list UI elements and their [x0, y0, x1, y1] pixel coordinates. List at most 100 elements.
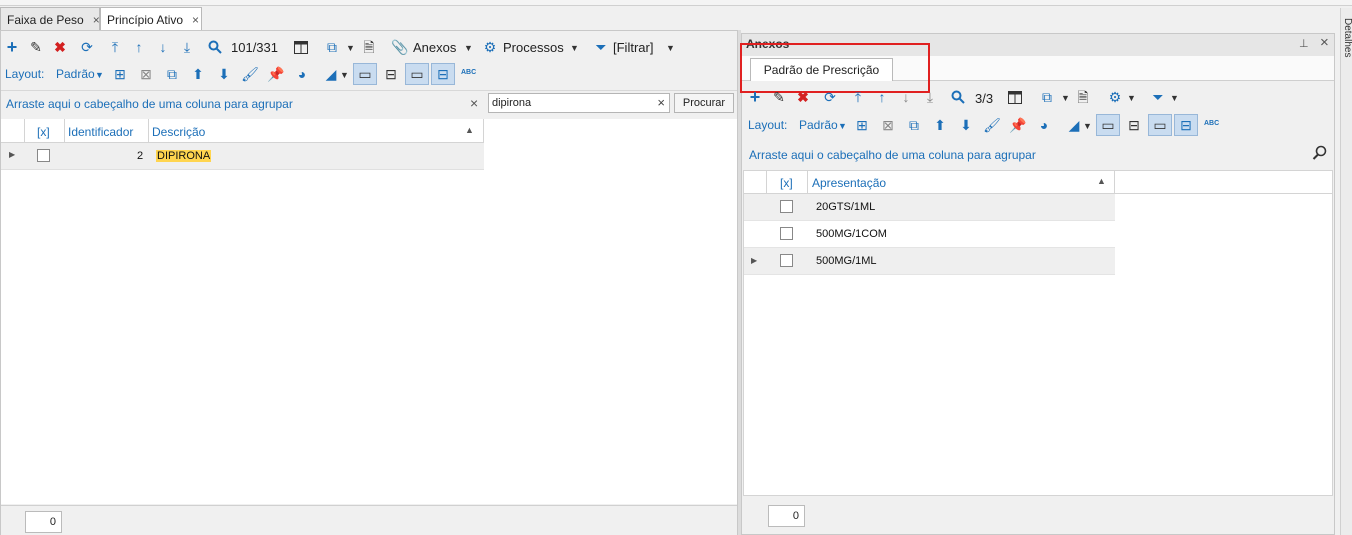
processos-button[interactable]: Processos [503, 40, 564, 55]
header-select-all[interactable]: [x] [37, 125, 50, 139]
procurar-button[interactable]: Procurar [674, 93, 734, 113]
side-panel-strip [1340, 8, 1352, 535]
row-checkbox[interactable] [780, 254, 793, 267]
filtrar-button[interactable]: [Filtrar] [613, 40, 653, 55]
search-icon[interactable] [949, 88, 967, 106]
chevron-down-icon[interactable]: ▼ [346, 43, 355, 53]
close-icon[interactable]: × [93, 13, 100, 27]
paint-icon[interactable]: 🖌 [241, 65, 259, 83]
spellcheck-icon[interactable]: ABC [461, 69, 476, 76]
edit-icon[interactable]: ✎ [27, 38, 45, 56]
anexos-button[interactable]: Anexos [413, 40, 456, 55]
last-record-icon[interactable]: ⤓ [178, 38, 196, 56]
sort-asc-icon: ▲ [1097, 176, 1106, 186]
columns-icon[interactable] [292, 38, 310, 56]
spellcheck-icon[interactable]: ABC [1204, 120, 1219, 127]
row-indicator-icon: ▶ [751, 256, 758, 265]
expand-icon[interactable]: ⊞ [111, 65, 129, 83]
gear-icon[interactable]: ⚙ [1106, 88, 1124, 106]
group-icon[interactable]: ⧉ [163, 65, 181, 83]
side-tab-detalhes[interactable]: Detalhes [1341, 14, 1352, 74]
columns-icon[interactable] [1006, 88, 1024, 106]
header-identificador[interactable]: Identificador [68, 125, 133, 139]
chevron-down-icon[interactable]: ▼ [95, 70, 104, 80]
footer-count-value: 0 [792, 510, 799, 522]
header-descricao[interactable]: Descrição [152, 125, 205, 139]
export-icon[interactable]: ⧉ [323, 38, 341, 56]
header-icon: ▭ [410, 66, 424, 82]
move-down-icon[interactable]: ⬇ [215, 65, 233, 83]
layout-select[interactable]: Padrão [799, 118, 838, 132]
pin-icon[interactable]: 📌 [267, 65, 285, 83]
chevron-down-icon[interactable]: ▼ [570, 43, 579, 53]
table-row[interactable] [744, 221, 1115, 248]
header-select-all[interactable]: [x] [780, 176, 793, 190]
clear-search-icon[interactable]: × [470, 95, 478, 111]
chevron-down-icon[interactable]: ▼ [838, 121, 847, 131]
tab-faixa-de-peso[interactable]: Faixa de Peso × [0, 7, 100, 30]
expand-icon[interactable]: ⊞ [853, 116, 871, 134]
next-record-icon[interactable]: ↓ [154, 38, 172, 56]
first-record-icon[interactable]: ⤒ [106, 38, 124, 56]
tab-principio-ativo[interactable]: Princípio Ativo × [100, 7, 202, 30]
chevron-down-icon[interactable]: ▼ [1170, 93, 1179, 103]
row-bottom-icon: ▭ [358, 66, 372, 82]
top-strip [0, 0, 1352, 6]
clear-input-icon[interactable]: × [657, 95, 665, 110]
row-checkbox[interactable] [780, 227, 793, 240]
collapse-icon[interactable]: ⊠ [879, 116, 897, 134]
header-apresentacao[interactable]: Apresentação [812, 176, 886, 190]
layout-select[interactable]: Padrão [56, 67, 95, 81]
pin-icon[interactable]: 📌 [1009, 116, 1027, 134]
last-record-icon[interactable]: ⤓ [921, 88, 939, 106]
gear-icon[interactable]: ⚙ [481, 38, 499, 56]
delete-icon[interactable]: ✖ [794, 88, 812, 106]
chart-icon[interactable]: ◢ [322, 65, 340, 83]
close-icon[interactable]: × [1320, 34, 1329, 51]
table-row[interactable] [1, 143, 484, 170]
move-up-icon[interactable]: ⬆ [189, 65, 207, 83]
row-split-icon[interactable]: ⊟ [1125, 116, 1143, 134]
color-icon[interactable]: ◕ [1035, 116, 1053, 134]
chevron-down-icon[interactable]: ▼ [666, 43, 675, 53]
close-icon[interactable]: × [192, 13, 199, 27]
report-icon[interactable]: 🗎 [360, 38, 378, 56]
filter-icon[interactable]: ⏷ [1149, 88, 1167, 106]
move-down-icon[interactable]: ⬇ [957, 116, 975, 134]
row-checkbox[interactable] [780, 200, 793, 213]
search-icon[interactable] [206, 38, 224, 56]
pin-icon[interactable]: ⊥ [1299, 37, 1309, 50]
move-up-icon[interactable]: ⬆ [931, 116, 949, 134]
color-icon[interactable]: ◕ [293, 65, 311, 83]
table-row[interactable] [744, 194, 1115, 221]
collapse-icon[interactable]: ⊠ [137, 65, 155, 83]
chevron-down-icon[interactable]: ▼ [464, 43, 473, 53]
chevron-down-icon[interactable]: ▼ [340, 70, 349, 80]
chart-icon[interactable]: ◢ [1065, 116, 1083, 134]
group-by-hint: Arraste aqui o cabeçalho de uma coluna p… [6, 97, 293, 111]
refresh-icon[interactable]: ⟳ [78, 38, 96, 56]
add-icon[interactable]: + [746, 88, 764, 106]
chevron-down-icon[interactable]: ▼ [1127, 93, 1136, 103]
row-checkbox[interactable] [37, 149, 50, 162]
chevron-down-icon[interactable]: ▼ [1083, 121, 1092, 131]
previous-record-icon[interactable]: ↑ [130, 38, 148, 56]
next-record-icon[interactable]: ↓ [897, 88, 915, 106]
edit-icon[interactable]: ✎ [770, 88, 788, 106]
filter-icon[interactable]: ⏷ [592, 38, 610, 56]
paint-icon[interactable]: 🖌 [983, 116, 1001, 134]
export-icon[interactable]: ⧉ [1038, 88, 1056, 106]
add-icon[interactable]: + [3, 38, 21, 56]
search-icon[interactable] [1312, 145, 1327, 163]
refresh-icon[interactable]: ⟳ [821, 88, 839, 106]
row-split-icon[interactable]: ⊟ [382, 65, 400, 83]
group-icon[interactable]: ⧉ [905, 116, 923, 134]
delete-icon[interactable]: ✖ [51, 38, 69, 56]
search-input[interactable]: dipirona × [488, 93, 670, 113]
previous-record-icon[interactable]: ↑ [873, 88, 891, 106]
report-icon[interactable]: 🗎 [1074, 88, 1092, 106]
chevron-down-icon[interactable]: ▼ [1061, 93, 1070, 103]
table-row[interactable] [744, 248, 1115, 275]
paperclip-icon[interactable]: 📎 [391, 38, 409, 56]
first-record-icon[interactable]: ⤒ [849, 88, 867, 106]
